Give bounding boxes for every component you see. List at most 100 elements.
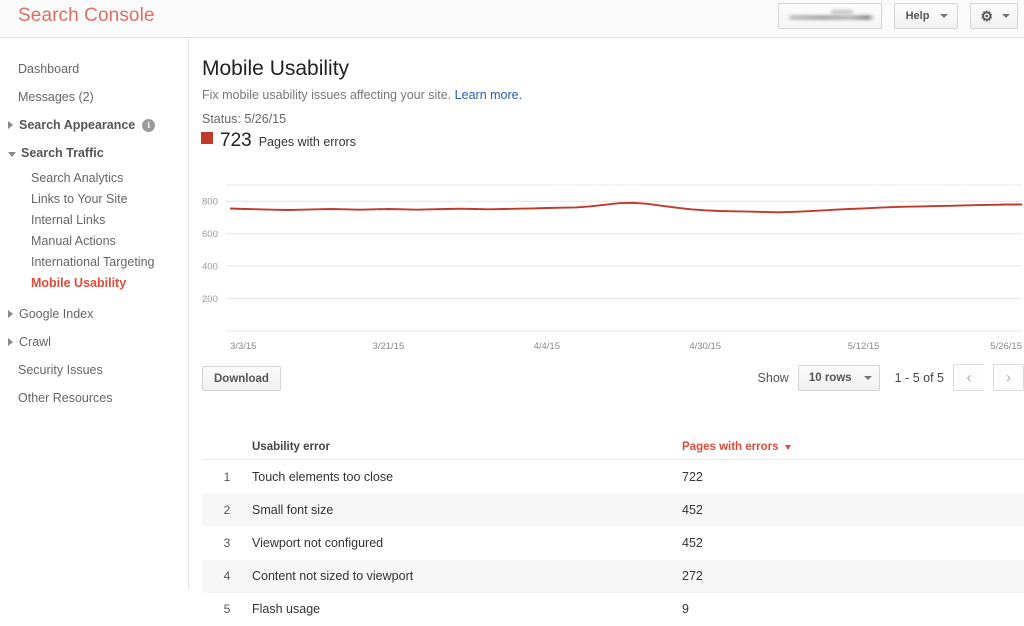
table-row[interactable]: 4Content not sized to viewport272»: [202, 560, 1024, 593]
chevron-right-icon: [8, 338, 13, 346]
sidebar-item-internal-links[interactable]: Internal Links: [0, 209, 188, 230]
sidebar: Dashboard Messages (2) Search Appearance…: [0, 39, 189, 590]
table-header-row: Usability error Pages with errors: [202, 435, 1024, 460]
sidebar-group-search-appearance[interactable]: Search Appearance i: [0, 111, 188, 139]
row-pages-count: 272: [682, 569, 1024, 583]
row-pages-count: 722: [682, 470, 1024, 484]
site-selector-input[interactable]: [778, 3, 882, 29]
svg-text:800: 800: [202, 197, 218, 208]
sidebar-item-label: Links to Your Site: [31, 192, 128, 206]
sidebar-item-label: Mobile Usability: [31, 276, 126, 290]
table-body: 1Touch elements too close722»2Small font…: [202, 460, 1024, 626]
row-index: 3: [202, 536, 252, 550]
result-range-label: 1 - 5 of 5: [895, 371, 944, 385]
rows-per-page-select[interactable]: 10 rows: [798, 365, 880, 391]
redacted-site-url-secondary: [831, 10, 853, 14]
settings-button[interactable]: ⚙: [970, 3, 1018, 29]
status-text: Status: 5/26/15: [202, 112, 286, 126]
page-title: Mobile Usability: [202, 57, 349, 81]
sidebar-item-manual-actions[interactable]: Manual Actions: [0, 230, 188, 251]
chart-y-axis-labels: 200 400 600 800: [202, 197, 218, 305]
redacted-site-url: [787, 15, 875, 20]
sort-descending-icon: [785, 445, 791, 450]
page-subtitle: Fix mobile usability issues affecting yo…: [202, 88, 522, 102]
table-row[interactable]: 2Small font size452»: [202, 493, 1024, 526]
svg-text:400: 400: [202, 262, 218, 273]
sidebar-group-google-index[interactable]: Google Index: [0, 300, 188, 328]
row-error-label: Small font size: [252, 503, 682, 517]
sidebar-item-label: Dashboard: [18, 62, 79, 76]
row-pages-count: 452: [682, 503, 1024, 517]
svg-text:3/21/15: 3/21/15: [373, 341, 405, 352]
sidebar-item-messages[interactable]: Messages (2): [0, 83, 188, 111]
row-index: 2: [202, 503, 252, 517]
row-error-label: Content not sized to viewport: [252, 569, 682, 583]
column-header-usability-error[interactable]: Usability error: [252, 441, 682, 453]
svg-text:600: 600: [202, 229, 218, 240]
sidebar-item-dashboard[interactable]: Dashboard: [0, 55, 188, 83]
table-row[interactable]: 3Viewport not configured452»: [202, 526, 1024, 559]
info-icon[interactable]: i: [142, 119, 155, 132]
legend-count: 723: [220, 130, 252, 152]
sidebar-item-links-to-your-site[interactable]: Links to Your Site: [0, 188, 188, 209]
legend-label: Pages with errors: [259, 135, 356, 149]
help-label: Help: [906, 10, 930, 22]
sidebar-item-other-resources[interactable]: Other Resources: [0, 384, 188, 412]
sidebar-item-label: Crawl: [19, 335, 51, 349]
row-pages-count: 9: [682, 602, 1024, 616]
svg-text:4/4/15: 4/4/15: [534, 341, 560, 352]
app-logo[interactable]: Search Console: [18, 5, 155, 27]
column-header-pages-with-errors[interactable]: Pages with errors: [682, 441, 1024, 453]
row-index: 4: [202, 569, 252, 583]
chevron-right-icon: [8, 310, 13, 318]
svg-text:5/12/15: 5/12/15: [848, 341, 880, 352]
prev-page-button[interactable]: ‹: [953, 364, 984, 391]
row-index: 5: [202, 602, 252, 616]
sidebar-spacer: [0, 293, 188, 300]
sidebar-item-international-targeting[interactable]: International Targeting: [0, 251, 188, 272]
chevron-down-icon: [8, 152, 16, 157]
page-subtitle-text: Fix mobile usability issues affecting yo…: [202, 88, 451, 102]
sidebar-item-label: Messages (2): [18, 90, 94, 104]
errors-over-time-chart[interactable]: 200 400 600 800 3/3/15 3/21/15 4/4/15 4/30/15 5…: [202, 177, 1024, 357]
svg-text:4/30/15: 4/30/15: [689, 341, 721, 352]
svg-text:200: 200: [202, 294, 218, 305]
sidebar-item-search-analytics[interactable]: Search Analytics: [0, 167, 188, 188]
learn-more-link[interactable]: Learn more.: [455, 88, 522, 102]
chart-x-axis-labels: 3/3/153/21/154/4/154/30/155/12/155/26/15: [230, 341, 1022, 352]
chart-svg: 200 400 600 800 3/3/15 3/21/15 4/4/15 4/30/15 5…: [202, 177, 1024, 357]
table-toolbar: Download Show 10 rows 1 - 5 of 5 ‹ ›: [190, 359, 1024, 397]
table-pagination: Show 10 rows 1 - 5 of 5 ‹ ›: [758, 364, 1024, 391]
gear-icon: ⚙: [980, 9, 993, 23]
usability-errors-table: Usability error Pages with errors 1Touch…: [202, 435, 1024, 626]
sidebar-item-label: Other Resources: [18, 391, 112, 405]
sidebar-item-label: Internal Links: [31, 213, 105, 227]
sidebar-item-security-issues[interactable]: Security Issues: [0, 356, 188, 384]
table-row[interactable]: 1Touch elements too close722»: [202, 460, 1024, 493]
chart-legend: 723 Pages with errors: [201, 130, 356, 152]
help-button[interactable]: Help: [894, 3, 959, 29]
sidebar-group-search-traffic[interactable]: Search Traffic: [0, 139, 188, 167]
main-content: Mobile Usability Fix mobile usability is…: [190, 39, 1024, 590]
chart-series-line: [230, 203, 1022, 213]
next-page-button[interactable]: ›: [993, 364, 1024, 391]
row-pages-count: 452: [682, 536, 1024, 550]
row-index: 1: [202, 470, 252, 484]
sidebar-item-mobile-usability[interactable]: Mobile Usability: [0, 272, 188, 293]
chevron-down-icon: [864, 376, 872, 380]
header-actions: Help ⚙: [778, 3, 1018, 29]
download-button[interactable]: Download: [202, 366, 281, 391]
svg-text:3/3/15: 3/3/15: [230, 341, 256, 352]
chevron-down-icon: [940, 14, 948, 18]
chevron-down-icon: [1002, 14, 1010, 18]
sidebar-item-label: Search Traffic: [21, 146, 104, 160]
sidebar-item-label: Search Appearance: [19, 118, 135, 132]
rows-per-page-value: 10 rows: [809, 372, 852, 384]
sidebar-item-label: Manual Actions: [31, 234, 116, 248]
row-error-label: Touch elements too close: [252, 470, 682, 484]
sidebar-item-label: Security Issues: [18, 363, 103, 377]
table-row[interactable]: 5Flash usage9»: [202, 593, 1024, 626]
column-header-label: Pages with errors: [682, 441, 779, 453]
sidebar-group-crawl[interactable]: Crawl: [0, 328, 188, 356]
chevron-right-icon: [8, 121, 13, 129]
